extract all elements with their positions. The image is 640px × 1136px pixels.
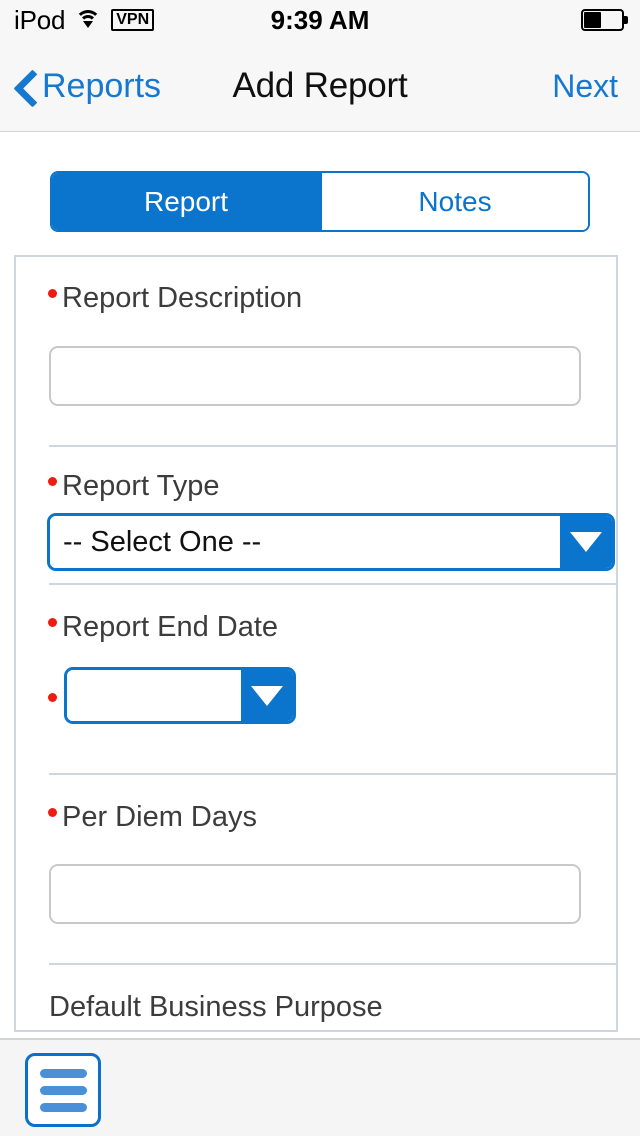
required-indicator [48,476,57,486]
label-text: Report Description [62,282,303,314]
hamburger-menu-button[interactable] [25,1053,101,1127]
hamburger-menu-icon-bar [39,1102,87,1112]
form-row-report-end-date: Report End Date [16,585,616,775]
select-report-type-arrow-button[interactable] [560,516,612,568]
label-report-type: Report Type [48,472,219,501]
form-row-per-diem-days: Per Diem Days [16,775,616,965]
battery-icon [581,9,628,31]
required-indicator-date-field [48,693,57,702]
required-indicator [48,617,57,627]
navigation-bar: Reports Add Report Next [0,40,640,132]
tab-report[interactable]: Report [52,173,320,230]
chevron-down-icon [570,532,602,552]
date-picker-arrow-button[interactable] [241,670,293,721]
select-report-type[interactable]: -- Select One -- [47,513,615,571]
required-indicator [48,288,57,298]
hamburger-menu-icon [39,1068,87,1078]
form-row-default-business-purpose: Default Business Purpose [16,965,616,1030]
app-screen: iPod VPN 9:39 AM Reports Add Report Next [0,0,640,1136]
input-per-diem-days[interactable] [49,864,581,924]
form-row-report-description: Report Description [16,257,616,447]
required-indicator [48,807,57,817]
label-text: Report Type [62,470,220,502]
status-bar: iPod VPN 9:39 AM [0,0,640,40]
page-title: Add Report [232,66,408,105]
label-per-diem-days: Per Diem Days [48,803,257,832]
label-report-end-date: Report End Date [48,613,278,642]
date-picker-report-end-date[interactable] [64,667,296,724]
select-report-type-value: -- Select One -- [50,516,560,568]
hamburger-menu-icon-bar [39,1085,87,1095]
label-text: Report End Date [62,611,279,643]
form-row-report-type: Report Type -- Select One -- [16,447,616,585]
input-report-description[interactable] [49,346,581,406]
tab-notes[interactable]: Notes [320,173,588,230]
report-form-card: Report Description Report Type -- Select… [14,255,618,1032]
label-report-description: Report Description [48,284,302,313]
chevron-down-icon [251,685,283,706]
label-text: Per Diem Days [62,801,257,833]
status-bar-clock: 9:39 AM [270,4,370,35]
bottom-toolbar [0,1038,640,1136]
status-bar-right [581,0,628,40]
date-picker-value [67,670,241,721]
segmented-control: Report Notes [50,171,590,232]
label-default-business-purpose: Default Business Purpose [49,991,383,1023]
next-button[interactable]: Next [552,40,618,132]
